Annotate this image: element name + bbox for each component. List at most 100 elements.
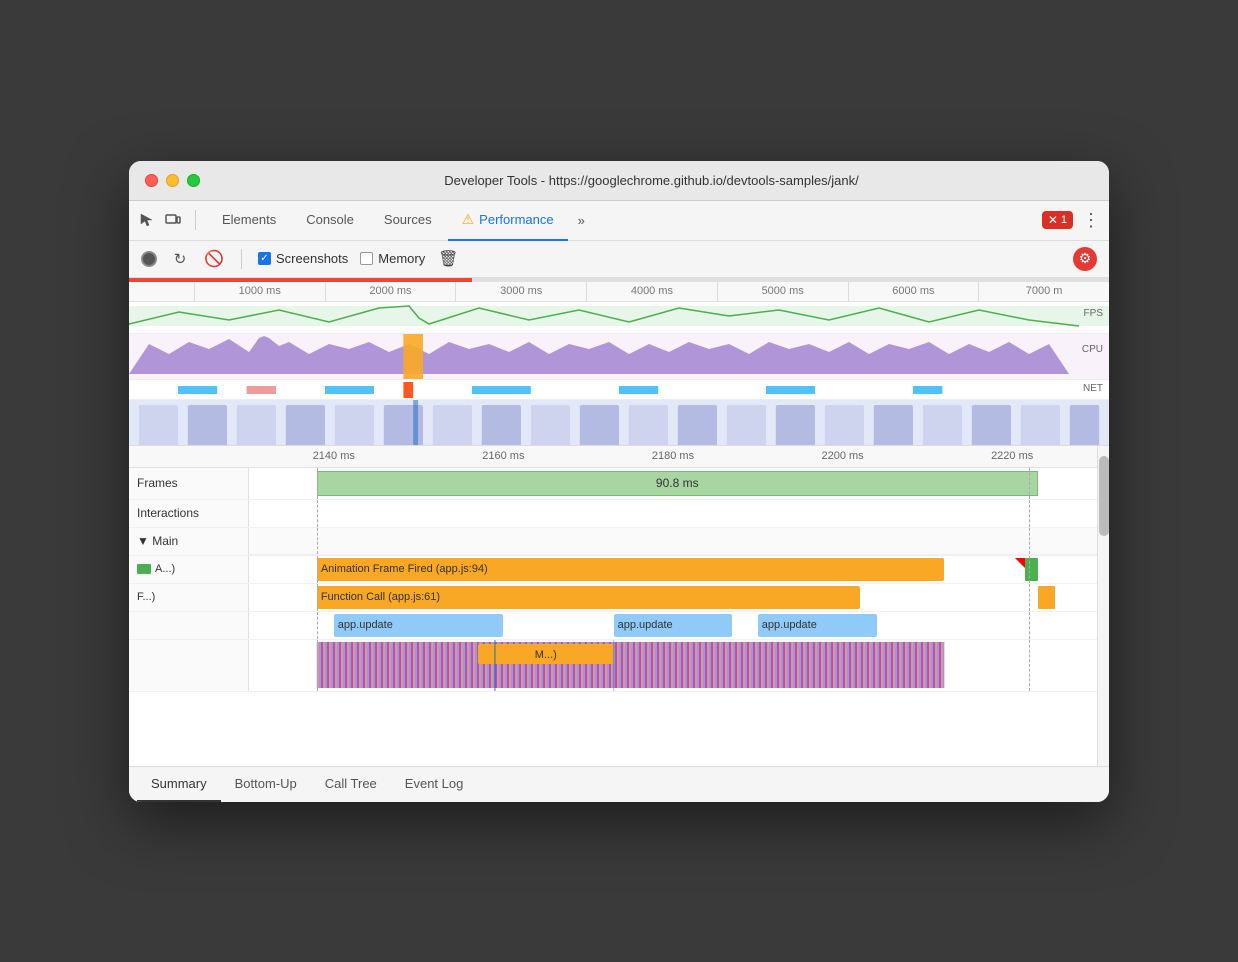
warning-icon: ⚠: [462, 211, 475, 228]
app-update-3[interactable]: app.update: [758, 614, 877, 637]
tab-elements-label: Elements: [222, 212, 276, 227]
main-section-header: ▼ Main: [129, 528, 1097, 556]
memory-label: Memory: [378, 251, 425, 266]
error-x-icon: ✕: [1048, 213, 1058, 227]
screenshots-checkbox[interactable]: ✓: [258, 252, 271, 265]
ruler-tick-1: 1000 ms: [194, 282, 325, 301]
main-tabs: Elements Console Sources ⚠ Performance »: [208, 201, 593, 240]
app-update-2[interactable]: app.update: [614, 614, 733, 637]
maximize-button[interactable]: [187, 174, 200, 187]
frames-duration: 90.8 ms: [656, 476, 699, 490]
devtools-window: Developer Tools - https://googlechrome.g…: [129, 161, 1109, 802]
tab-event-log[interactable]: Event Log: [391, 767, 478, 802]
ruler-tick-6: 6000 ms: [848, 282, 979, 301]
screenshots-label: Screenshots: [276, 251, 348, 266]
tab-event-log-label: Event Log: [405, 776, 464, 791]
interactions-content: [249, 500, 1097, 527]
cursor-icon[interactable]: [137, 210, 157, 230]
frames-content: 90.8 ms: [249, 468, 1097, 499]
net-label: NET: [1083, 383, 1103, 394]
app-update-1-text: app.update: [338, 619, 393, 631]
scrollbar-thumb[interactable]: [1099, 456, 1109, 536]
error-badge[interactable]: ✕ 1: [1042, 211, 1073, 229]
ruler-tick-3: 3000 ms: [455, 282, 586, 301]
detail-main: 2140 ms 2160 ms 2180 ms 2200 ms 2220 ms …: [129, 446, 1097, 766]
tab-call-tree[interactable]: Call Tree: [311, 767, 391, 802]
tab-summary-label: Summary: [151, 776, 207, 791]
tab-console-label: Console: [306, 212, 354, 227]
tab-bar-icons: [137, 210, 196, 230]
frames-row: Frames 90.8 ms: [129, 468, 1097, 500]
ruler-tick-2: 2000 ms: [325, 282, 456, 301]
flame-label-1-text: A...): [155, 563, 175, 575]
flame-row-3: app.update app.update app.update: [129, 612, 1097, 640]
ruler-tick-5: 5000 ms: [717, 282, 848, 301]
frames-label: Frames: [129, 468, 249, 499]
error-count: 1: [1061, 214, 1067, 226]
traffic-lights: [145, 174, 200, 187]
detail-scrollbar[interactable]: [1097, 446, 1109, 766]
fps-row: FPS: [129, 302, 1109, 334]
tab-sources[interactable]: Sources: [370, 201, 446, 241]
screenshots-row: [129, 400, 1109, 446]
timeline-ruler: 1000 ms 2000 ms 3000 ms 4000 ms 5000 ms …: [129, 282, 1109, 302]
flame-row-2: F...) Function Call (app.js:61): [129, 584, 1097, 612]
tab-bottom-up[interactable]: Bottom-Up: [221, 767, 311, 802]
flame-label-4: [129, 640, 249, 691]
close-button[interactable]: [145, 174, 158, 187]
tab-performance-label: Performance: [479, 212, 553, 227]
flame-bar-cell-1: Animation Frame Fired (app.js:94): [249, 556, 1097, 583]
interactions-label: Interactions: [129, 500, 249, 527]
memory-checkbox-label[interactable]: Memory: [360, 251, 425, 266]
detail-tick-3: 2200 ms: [758, 450, 928, 462]
tab-elements[interactable]: Elements: [208, 201, 290, 241]
toolbar-right: ⚙: [1073, 247, 1097, 271]
app-update-2-text: app.update: [618, 619, 673, 631]
flame-bar-cell-4: M...): [249, 640, 1097, 691]
flame-bar-1-text: Animation Frame Fired (app.js:94): [321, 563, 488, 575]
flame-label-2: F...): [129, 584, 249, 611]
detail-tick-4: 2220 ms: [927, 450, 1097, 462]
window-title: Developer Tools - https://googlechrome.g…: [210, 173, 1093, 188]
record-button[interactable]: [141, 251, 157, 267]
app-update-1[interactable]: app.update: [334, 614, 504, 637]
detail-tick-1: 2160 ms: [419, 450, 589, 462]
minimize-button[interactable]: [166, 174, 179, 187]
tab-sources-label: Sources: [384, 212, 432, 227]
flame-bar-2[interactable]: Function Call (app.js:61): [317, 586, 860, 609]
settings-button[interactable]: ⚙: [1073, 247, 1097, 271]
flame-bar-2-text: Function Call (app.js:61): [321, 591, 440, 603]
more-options-icon[interactable]: ⋮: [1081, 210, 1101, 230]
interactions-row: Interactions: [129, 500, 1097, 528]
tab-performance[interactable]: ⚠ Performance: [448, 201, 568, 241]
clear-button[interactable]: 🚫: [203, 248, 225, 270]
tab-console[interactable]: Console: [292, 201, 368, 241]
frames-bar[interactable]: 90.8 ms: [317, 471, 1038, 496]
delete-profile-button[interactable]: 🗑: [437, 248, 459, 270]
main-label[interactable]: ▼ Main: [129, 528, 249, 555]
tab-call-tree-label: Call Tree: [325, 776, 377, 791]
flame-bar-1[interactable]: Animation Frame Fired (app.js:94): [317, 558, 945, 581]
detail-tick-0: 2140 ms: [249, 450, 419, 462]
devtools-body: Elements Console Sources ⚠ Performance »: [129, 201, 1109, 802]
tab-summary[interactable]: Summary: [137, 767, 221, 802]
svg-text:M...): M...): [535, 649, 557, 661]
titlebar: Developer Tools - https://googlechrome.g…: [129, 161, 1109, 201]
reload-record-button[interactable]: ↻: [169, 248, 191, 270]
tab-bottom-up-label: Bottom-Up: [235, 776, 297, 791]
tab-more-label: »: [578, 213, 585, 228]
flame-label-2-text: F...): [137, 591, 155, 603]
screenshots-checkbox-label[interactable]: ✓ Screenshots: [258, 251, 348, 266]
ruler-tick-7: 7000 m: [978, 282, 1109, 301]
tab-bar-right: ✕ 1 ⋮: [1042, 210, 1101, 230]
flame-row-1: A...) Animation Frame Fired (app.js:94): [129, 556, 1097, 584]
net-row: NET: [129, 380, 1109, 400]
toolbar-separator-1: [241, 249, 242, 269]
ruler-tick-0: [129, 282, 194, 301]
detail-ruler: 2140 ms 2160 ms 2180 ms 2200 ms 2220 ms: [129, 446, 1097, 468]
tab-more-button[interactable]: »: [570, 201, 593, 240]
memory-checkbox[interactable]: [360, 252, 373, 265]
tab-bar: Elements Console Sources ⚠ Performance »: [129, 201, 1109, 241]
device-toolbar-icon[interactable]: [163, 210, 183, 230]
performance-toolbar: ↻ 🚫 ✓ Screenshots Memory 🗑 ⚙: [129, 241, 1109, 278]
